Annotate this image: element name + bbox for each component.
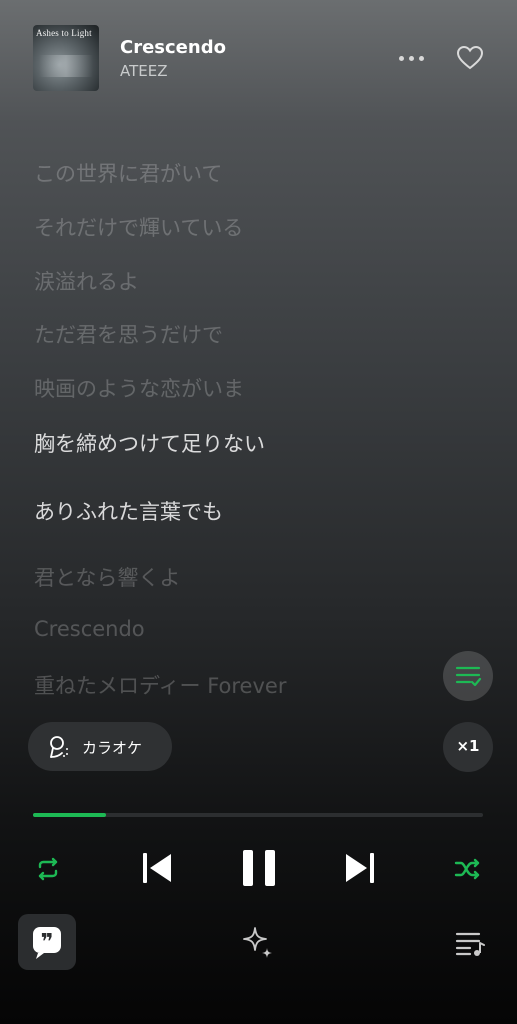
lyric-line[interactable]: 映画のような恋がいま <box>34 373 244 403</box>
album-cover-title: Ashes to Light <box>36 28 92 38</box>
lyric-line[interactable]: この世界に君がいて <box>34 158 222 188</box>
skip-next-icon[interactable] <box>343 850 377 886</box>
cover-art-texture <box>39 55 93 77</box>
heart-icon <box>456 45 484 70</box>
like-button[interactable] <box>455 43 485 73</box>
lyric-line[interactable]: 重ねたメロディー Forever <box>34 670 286 700</box>
progress-bar[interactable] <box>33 813 483 817</box>
album-cover[interactable]: Ashes to Light <box>33 25 99 91</box>
lyrics-view-icon <box>455 666 482 687</box>
queue-icon[interactable] <box>454 928 486 958</box>
lyric-line-current[interactable]: ありふれた言葉でも <box>34 496 223 526</box>
skip-previous-icon[interactable] <box>140 850 174 886</box>
playback-speed-label: ×1 <box>456 737 480 755</box>
more-options-button[interactable] <box>396 45 428 71</box>
artist-name[interactable]: ATEEZ <box>120 62 168 80</box>
song-title[interactable]: Crescendo <box>120 37 226 58</box>
microphone-icon <box>50 736 68 758</box>
quote-icon: ❞ <box>33 927 61 959</box>
more-icon-dot <box>419 56 424 61</box>
more-icon <box>399 56 404 61</box>
sparkle-icon[interactable] <box>240 924 276 960</box>
more-icon-dot <box>409 56 414 61</box>
now-playing-header: Ashes to Light Crescendo ATEEZ <box>0 0 517 110</box>
repeat-icon[interactable] <box>32 853 64 885</box>
shuffle-icon[interactable] <box>452 853 484 885</box>
lyric-line[interactable]: ただ君を思うだけで <box>34 319 223 349</box>
playback-speed-button[interactable]: ×1 <box>443 722 493 772</box>
lyric-line[interactable]: それだけで輝いている <box>34 212 243 242</box>
karaoke-label: カラオケ <box>82 739 143 757</box>
pause-icon[interactable] <box>240 848 278 888</box>
lyric-line[interactable]: Crescendo <box>34 617 145 641</box>
svg-text:❞: ❞ <box>41 930 54 955</box>
lyric-line[interactable]: 君となら響くよ <box>34 562 180 592</box>
progress-fill <box>33 813 107 817</box>
karaoke-button[interactable]: カラオケ <box>28 722 172 771</box>
lyrics-tab-button[interactable]: ❞ <box>18 914 76 970</box>
lyrics-view-button[interactable] <box>443 651 493 701</box>
lyric-line[interactable]: 涙溢れるよ <box>34 266 139 296</box>
lyric-line-current[interactable]: 胸を締めつけて足りない <box>34 428 265 458</box>
